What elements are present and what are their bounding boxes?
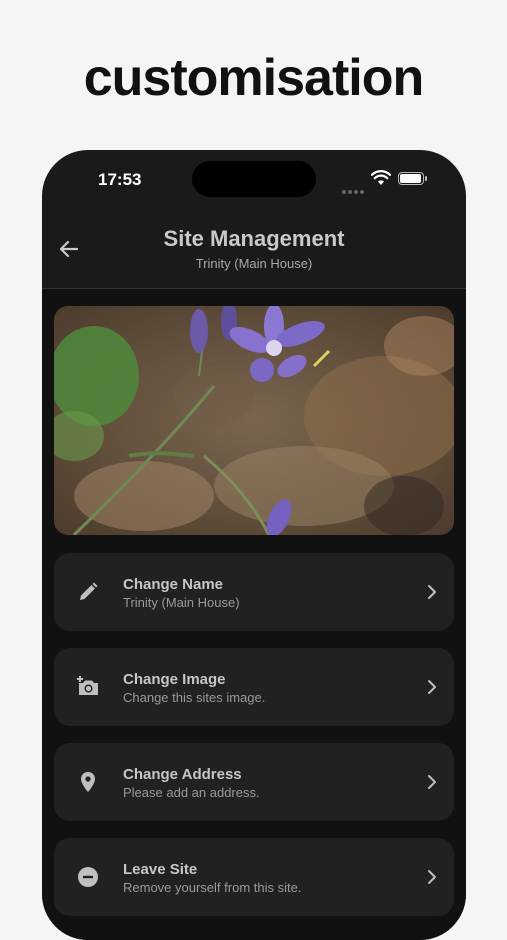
headline: customisation	[83, 49, 425, 107]
menu-item-description: Trinity (Main House)	[123, 595, 240, 610]
change-address-item[interactable]: Change Address Please add an address.	[54, 743, 454, 821]
signal-icon	[342, 181, 366, 199]
chevron-right-icon	[428, 775, 436, 789]
content-area: Change Name Trinity (Main House) Change …	[42, 289, 466, 940]
wifi-icon	[371, 170, 391, 185]
status-time: 17:53	[98, 170, 142, 189]
status-bar: 17:53	[42, 150, 466, 210]
change-name-item[interactable]: Change Name Trinity (Main House)	[54, 553, 454, 631]
menu-item-description: Please add an address.	[123, 785, 260, 800]
dynamic-island	[192, 161, 316, 197]
menu-item-label: Change Image	[123, 671, 226, 688]
chevron-right-icon	[428, 585, 436, 599]
phone-frame: 17:53 Site Management Trinity (Main Hous…	[42, 150, 466, 940]
menu-item-description: Change this sites image.	[123, 690, 266, 705]
pencil-icon	[80, 582, 98, 600]
page-title: Site Management	[163, 226, 345, 251]
battery-icon	[398, 172, 428, 185]
page-subtitle: Trinity (Main House)	[195, 256, 313, 271]
remove-circle-icon	[78, 867, 98, 887]
change-image-item[interactable]: Change Image Change this sites image.	[54, 648, 454, 726]
nav-bar: Site Management Trinity (Main House)	[42, 210, 466, 289]
chevron-right-icon	[428, 870, 436, 884]
chevron-right-icon	[428, 680, 436, 694]
menu-item-description: Remove yourself from this site.	[123, 880, 302, 895]
add-photo-icon	[77, 676, 98, 695]
menu-item-label: Change Address	[123, 766, 242, 783]
location-pin-icon	[81, 772, 95, 792]
menu-item-label: Change Name	[123, 576, 224, 593]
site-photo[interactable]	[54, 306, 454, 535]
leave-site-item[interactable]: Leave Site Remove yourself from this sit…	[54, 838, 454, 916]
menu-item-label: Leave Site	[123, 861, 198, 878]
